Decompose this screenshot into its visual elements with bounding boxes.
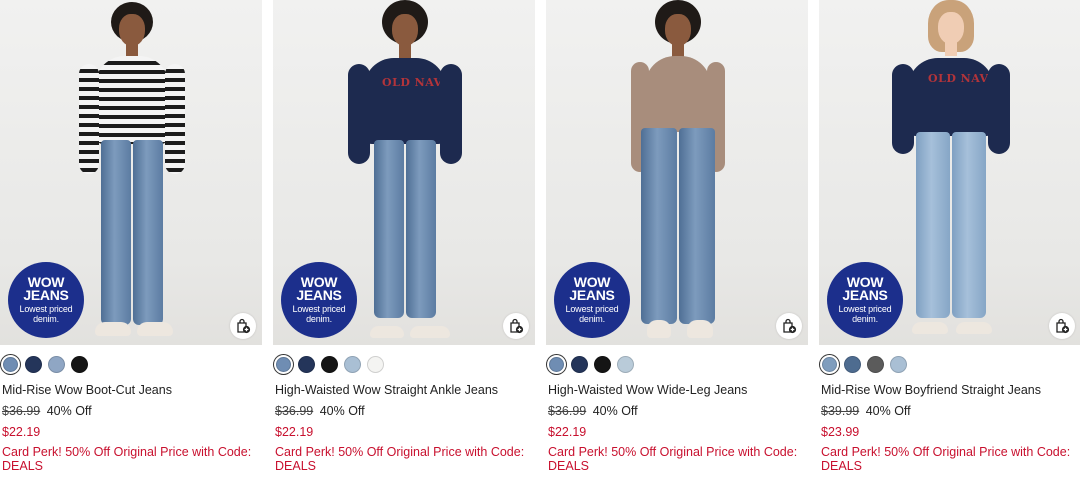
card-perk-text: Card Perk! 50% Off Original Price with C… xyxy=(548,445,798,473)
badge-line-2: JEANS xyxy=(23,287,69,303)
product-image[interactable]: WOW JEANS Lowest priced denim. xyxy=(546,0,808,345)
product-image[interactable]: WOW JEANS Lowest priced denim. xyxy=(0,0,262,345)
color-swatch[interactable] xyxy=(367,355,384,373)
price-row: $36.99 40% Off xyxy=(548,404,638,418)
card-perk-text: Card Perk! 50% Off Original Price with C… xyxy=(821,445,1071,473)
add-to-bag-icon xyxy=(510,318,524,334)
add-to-bag-icon xyxy=(237,318,251,334)
badge-line-3: Lowest priced denim. xyxy=(565,304,619,324)
discount-label: 40% Off xyxy=(319,404,365,418)
color-swatch[interactable] xyxy=(571,355,588,373)
badge-line-3: Lowest priced denim. xyxy=(292,304,346,324)
sale-price: $23.99 xyxy=(821,425,860,439)
color-swatches xyxy=(821,355,907,373)
product-image[interactable]: OLD NAVY WOW JEANS Lowest priced denim. xyxy=(819,0,1080,345)
product-card[interactable]: OLD NAVY WOW JEANS Lowest priced denim. xyxy=(273,0,535,483)
color-swatch[interactable] xyxy=(298,355,315,373)
discount-label: 40% Off xyxy=(865,404,911,418)
badge-line-2: JEANS xyxy=(569,287,615,303)
discount-label: 40% Off xyxy=(592,404,638,418)
color-swatches xyxy=(275,355,384,373)
wow-jeans-badge: WOW JEANS Lowest priced denim. xyxy=(8,262,84,338)
add-to-bag-button[interactable] xyxy=(1049,313,1075,339)
color-swatch[interactable] xyxy=(867,355,884,373)
color-swatches xyxy=(2,355,88,373)
product-name[interactable]: High-Waisted Wow Wide-Leg Jeans xyxy=(548,383,747,397)
color-swatch[interactable] xyxy=(822,356,837,372)
add-to-bag-button[interactable] xyxy=(776,313,802,339)
color-swatch[interactable] xyxy=(71,355,88,373)
add-to-bag-button[interactable] xyxy=(230,313,256,339)
color-swatch[interactable] xyxy=(617,355,634,373)
color-swatch[interactable] xyxy=(844,355,861,373)
color-swatch[interactable] xyxy=(890,355,907,373)
product-card[interactable]: OLD NAVY WOW JEANS Lowest priced denim. xyxy=(819,0,1080,483)
sale-price: $22.19 xyxy=(2,425,41,439)
badge-line-3: Lowest priced denim. xyxy=(838,304,892,324)
color-swatch[interactable] xyxy=(3,356,18,372)
product-name[interactable]: Mid-Rise Wow Boot-Cut Jeans xyxy=(2,383,172,397)
color-swatches xyxy=(548,355,634,373)
product-name[interactable]: Mid-Rise Wow Boyfriend Straight Jeans xyxy=(821,383,1041,397)
color-swatch[interactable] xyxy=(25,355,42,373)
add-to-bag-icon xyxy=(1056,318,1070,334)
original-price: $36.99 xyxy=(548,404,587,418)
add-to-bag-button[interactable] xyxy=(503,313,529,339)
badge-line-3: Lowest priced denim. xyxy=(19,304,73,324)
color-swatch[interactable] xyxy=(594,355,611,373)
price-row: $36.99 40% Off xyxy=(275,404,365,418)
wow-jeans-badge: WOW JEANS Lowest priced denim. xyxy=(554,262,630,338)
color-swatch[interactable] xyxy=(549,356,564,372)
card-perk-text: Card Perk! 50% Off Original Price with C… xyxy=(275,445,525,473)
add-to-bag-icon xyxy=(783,318,797,334)
color-swatch[interactable] xyxy=(276,356,291,372)
discount-label: 40% Off xyxy=(46,404,92,418)
product-image[interactable]: OLD NAVY WOW JEANS Lowest priced denim. xyxy=(273,0,535,345)
price-row: $36.99 40% Off xyxy=(2,404,92,418)
card-perk-text: Card Perk! 50% Off Original Price with C… xyxy=(2,445,252,473)
color-swatch[interactable] xyxy=(321,355,338,373)
wow-jeans-badge: WOW JEANS Lowest priced denim. xyxy=(827,262,903,338)
sale-price: $22.19 xyxy=(275,425,314,439)
price-row: $39.99 40% Off xyxy=(821,404,911,418)
color-swatch[interactable] xyxy=(48,355,65,373)
product-card[interactable]: WOW JEANS Lowest priced denim. High-Wais… xyxy=(546,0,808,483)
product-grid: WOW JEANS Lowest priced denim. Mid-Rise … xyxy=(0,0,1080,483)
original-price: $36.99 xyxy=(275,404,314,418)
badge-line-2: JEANS xyxy=(296,287,342,303)
original-price: $36.99 xyxy=(2,404,41,418)
product-card[interactable]: WOW JEANS Lowest priced denim. Mid-Rise … xyxy=(0,0,262,483)
badge-line-2: JEANS xyxy=(842,287,888,303)
wow-jeans-badge: WOW JEANS Lowest priced denim. xyxy=(281,262,357,338)
original-price: $39.99 xyxy=(821,404,860,418)
sale-price: $22.19 xyxy=(548,425,587,439)
product-name[interactable]: High-Waisted Wow Straight Ankle Jeans xyxy=(275,383,498,397)
color-swatch[interactable] xyxy=(344,355,361,373)
